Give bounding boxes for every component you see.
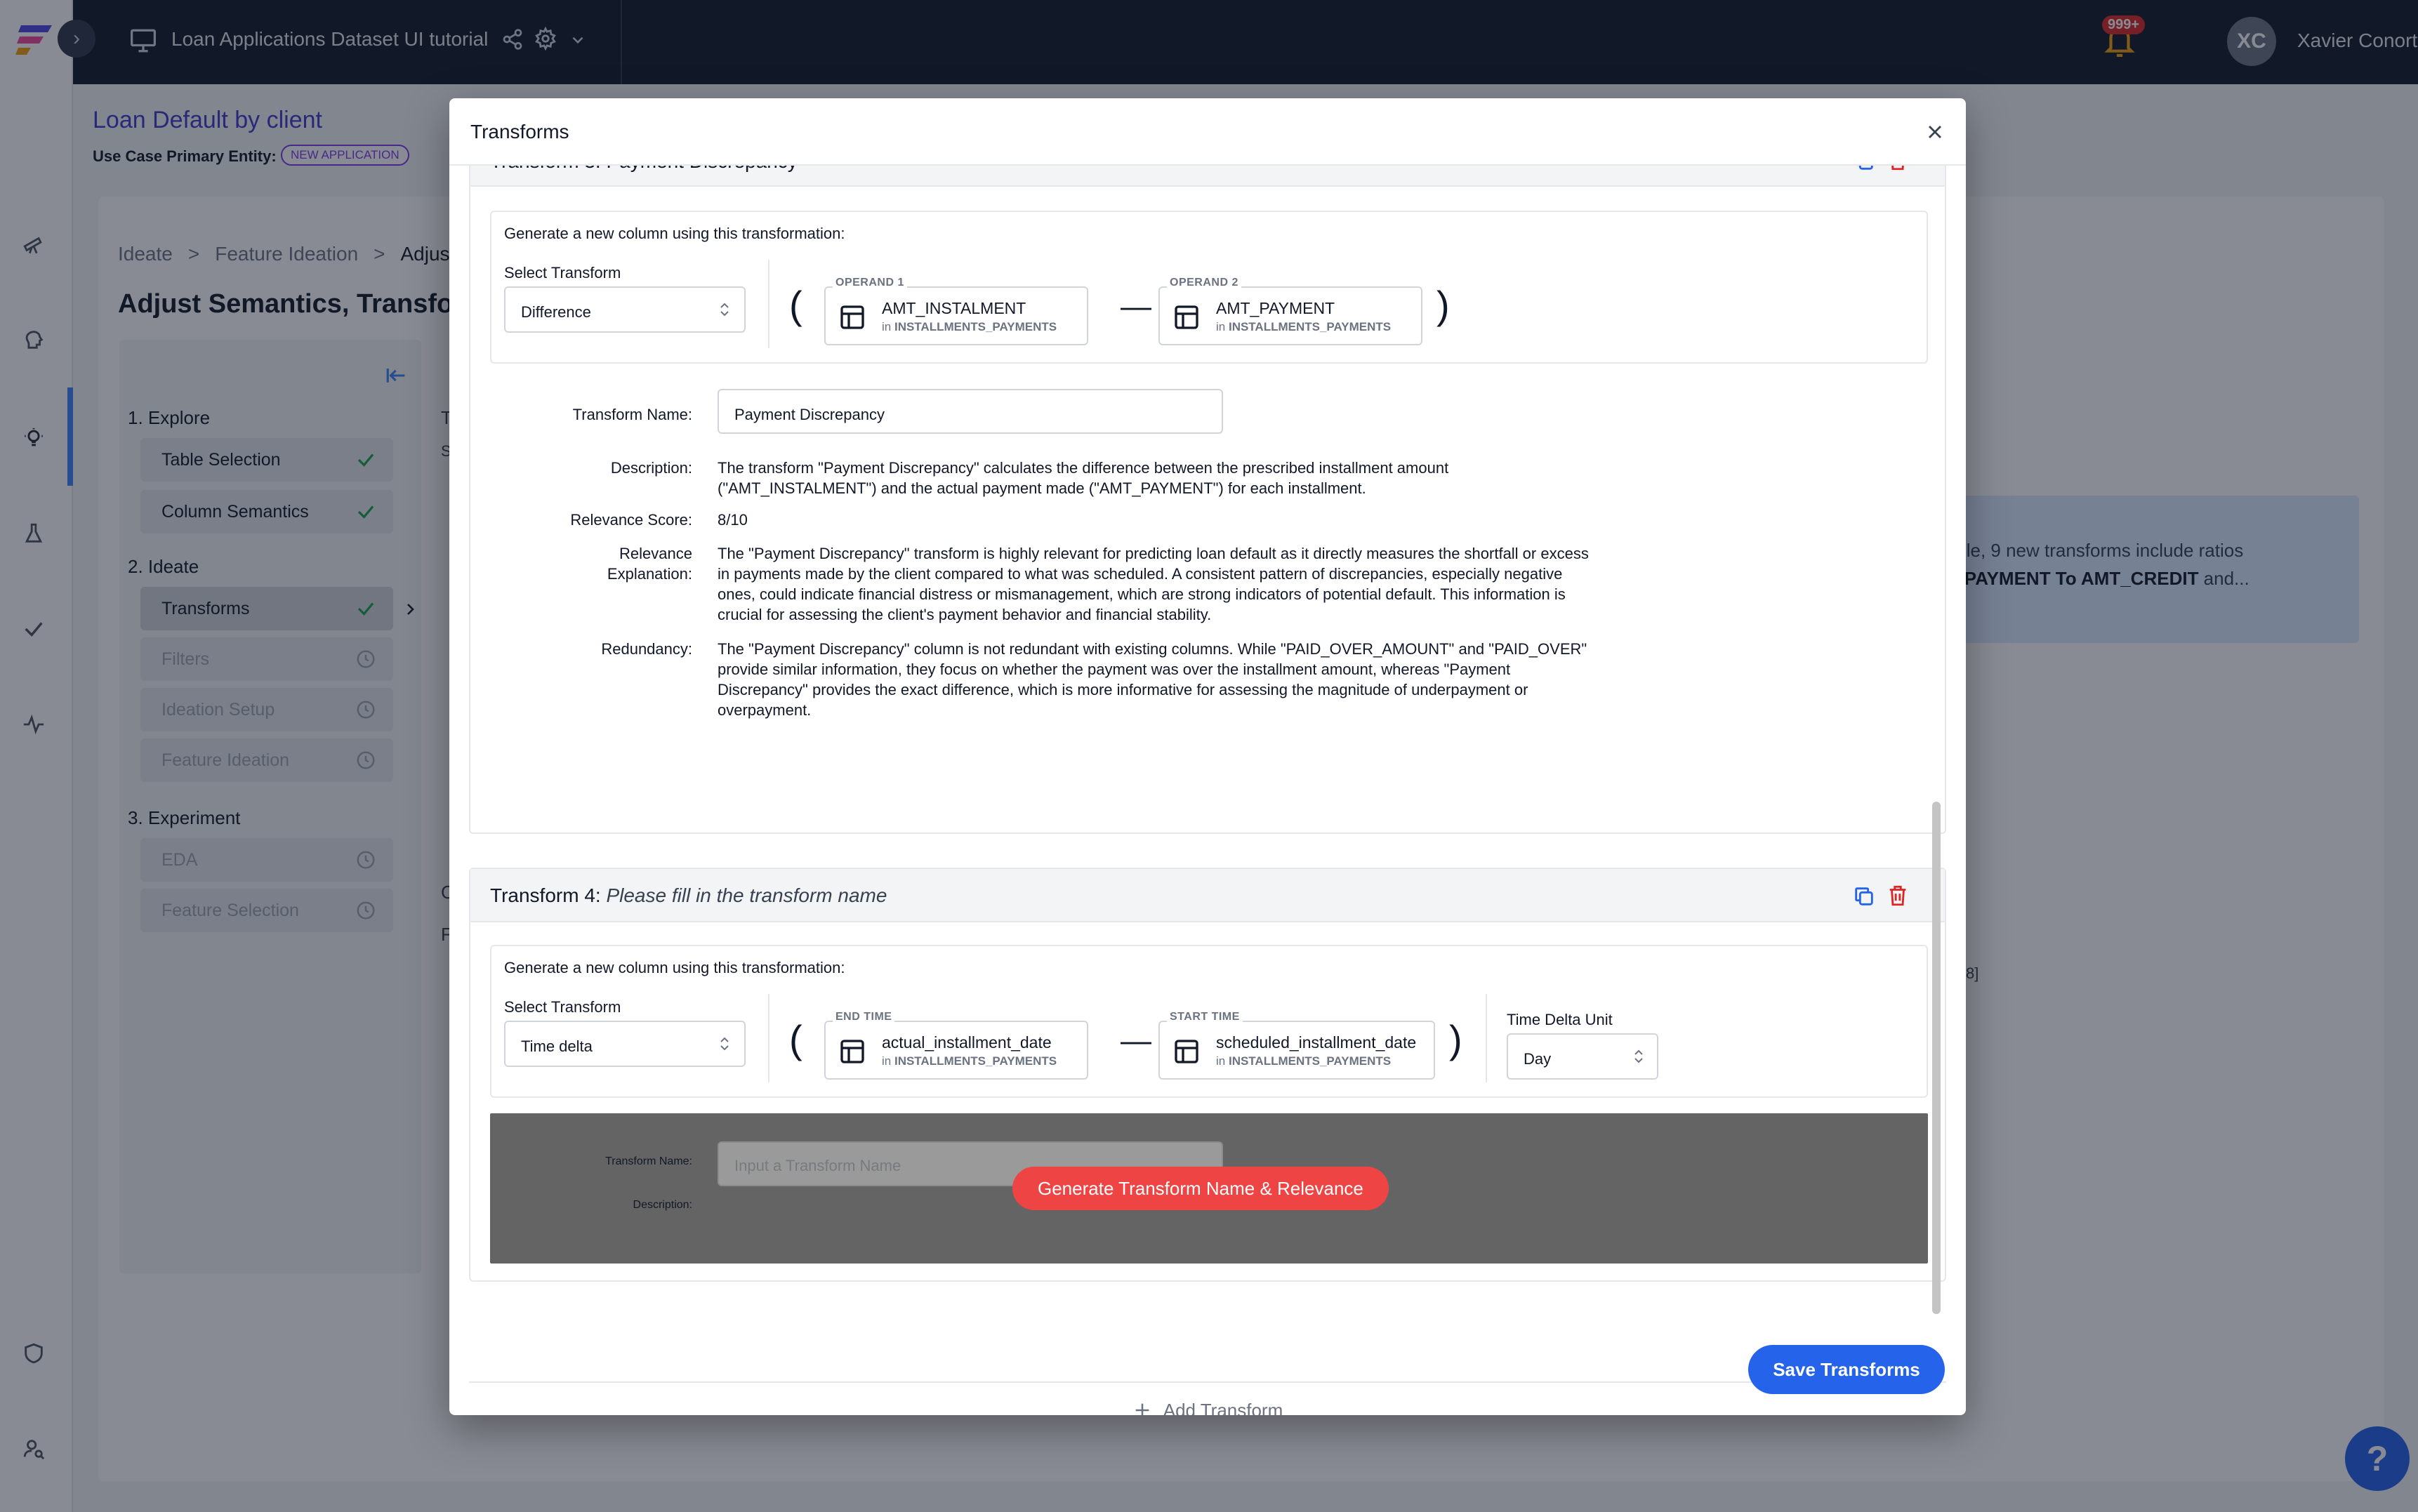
generate-label: Generate a new column using this transfo… xyxy=(504,225,845,242)
operand-1-field[interactable]: OPERAND 1 AMT_INSTALMENT in INSTALLMENTS… xyxy=(824,277,1088,345)
copy-icon[interactable] xyxy=(1852,166,1876,173)
transform-title: Transform 4: Please fill in the transfor… xyxy=(490,884,887,907)
transform-name-input[interactable]: Payment Discrepancy xyxy=(718,389,1223,434)
plus-icon xyxy=(1135,1403,1149,1415)
operand-label: START TIME xyxy=(1167,1011,1243,1023)
modal-title: Transforms xyxy=(470,121,569,142)
select-value: Difference xyxy=(521,303,591,321)
divider xyxy=(768,994,769,1082)
divider xyxy=(768,260,769,348)
select-value: Day xyxy=(1524,1050,1552,1068)
close-icon[interactable] xyxy=(1924,121,1946,143)
add-transform-button[interactable]: Add Transform xyxy=(469,1381,1946,1415)
transform-name-placeholder: Please fill in the transform name xyxy=(606,884,887,906)
table-icon xyxy=(1175,1040,1198,1063)
operand-table-name: INSTALLMENTS_PAYMENTS xyxy=(894,320,1057,333)
relevance-score-value: 8/10 xyxy=(718,511,748,529)
transform-card-header: Transform 4: Please fill in the transfor… xyxy=(470,869,1945,922)
transform-type-select[interactable]: Time delta xyxy=(504,1021,746,1067)
copy-icon[interactable] xyxy=(1852,884,1876,908)
operand-table: in INSTALLMENTS_PAYMENTS xyxy=(882,320,1057,334)
transform-type-select[interactable]: Difference xyxy=(504,286,746,333)
relevance-explanation-text: The "Payment Discrepancy" transform is h… xyxy=(718,545,1589,623)
generate-transform-name-button[interactable]: Generate Transform Name & Relevance xyxy=(1012,1167,1389,1210)
trash-icon[interactable] xyxy=(1886,883,1910,908)
scrollbar[interactable] xyxy=(1932,802,1941,1314)
in-word: in xyxy=(1216,320,1226,333)
operand-column: scheduled_installment_date xyxy=(1216,1033,1417,1052)
transforms-scroll-area[interactable]: Transform 3: Payment Discrepancy Generat… xyxy=(469,166,1946,1415)
close-paren: ) xyxy=(1449,1017,1462,1061)
updown-chevron-icon xyxy=(1634,1049,1643,1063)
transform-number: Transform 4: xyxy=(490,884,601,906)
operand-column: AMT_INSTALMENT xyxy=(882,299,1026,317)
open-paren: ( xyxy=(789,1017,802,1061)
operand-table: in INSTALLMENTS_PAYMENTS xyxy=(882,1054,1057,1068)
table-icon xyxy=(1175,305,1198,329)
redundancy-text: The "Payment Discrepancy" column is not … xyxy=(718,640,1587,719)
transform-title: Transform 3: Payment Discrepancy xyxy=(490,166,798,173)
operand-label: OPERAND 1 xyxy=(833,277,907,289)
relevance-score-label: Relevance Score: xyxy=(570,511,692,529)
save-transforms-button[interactable]: Save Transforms xyxy=(1748,1345,1945,1394)
time-delta-unit-label: Time Delta Unit xyxy=(1507,1011,1613,1028)
operand-table-name: INSTALLMENTS_PAYMENTS xyxy=(894,1054,1057,1068)
select-transform-label: Select Transform xyxy=(504,264,621,281)
table-icon xyxy=(840,305,864,329)
open-paren: ( xyxy=(789,283,802,327)
select-transform-label: Select Transform xyxy=(504,998,621,1016)
transform-name-label: Transform Name: xyxy=(572,406,692,423)
operand-table: in INSTALLMENTS_PAYMENTS xyxy=(1216,320,1391,334)
minus-operator: — xyxy=(1121,1023,1151,1058)
time-delta-unit-select[interactable]: Day xyxy=(1507,1033,1658,1080)
in-word: in xyxy=(1216,1054,1226,1068)
description-label: Description: xyxy=(610,459,692,477)
minus-operator: — xyxy=(1121,289,1151,324)
divider xyxy=(1486,994,1487,1082)
table-icon xyxy=(840,1040,864,1063)
transform-config-box: Generate a new column using this transfo… xyxy=(490,211,1928,364)
end-time-field[interactable]: END TIME actual_installment_date in INST… xyxy=(824,1011,1088,1080)
operand-column: actual_installment_date xyxy=(882,1033,1052,1052)
operand-table: in INSTALLMENTS_PAYMENTS xyxy=(1216,1054,1391,1068)
trash-icon[interactable] xyxy=(1886,166,1910,173)
in-word: in xyxy=(882,1054,892,1068)
close-paren: ) xyxy=(1436,283,1450,327)
operand-label: END TIME xyxy=(833,1011,895,1023)
operand-label: OPERAND 2 xyxy=(1167,277,1241,289)
start-time-field[interactable]: START TIME scheduled_installment_date in… xyxy=(1158,1011,1435,1080)
operand-table-name: INSTALLMENTS_PAYMENTS xyxy=(1228,320,1392,333)
transform-name-label: Transform Name: xyxy=(605,1155,692,1167)
select-value: Time delta xyxy=(521,1037,593,1055)
transforms-modal: Transforms Transform 3: Payment Discrepa… xyxy=(449,98,1966,1415)
description-label: Description: xyxy=(633,1199,692,1211)
operand-2-field[interactable]: OPERAND 2 AMT_PAYMENT in INSTALLMENTS_PA… xyxy=(1158,277,1422,345)
transform-card: Transform 4: Please fill in the transfor… xyxy=(469,868,1946,1282)
add-transform-label: Add Transform xyxy=(1163,1399,1283,1416)
relevance-explanation-label: Relevance Explanation: xyxy=(607,545,692,583)
redundancy-label: Redundancy: xyxy=(601,640,692,658)
updown-chevron-icon xyxy=(720,303,729,317)
operand-column: AMT_PAYMENT xyxy=(1216,299,1335,317)
generate-overlay: Transform Name: Input a Transform Name D… xyxy=(490,1113,1928,1264)
in-word: in xyxy=(882,320,892,333)
transform-card-header: Transform 3: Payment Discrepancy xyxy=(470,166,1945,187)
transform-card: Transform 3: Payment Discrepancy Generat… xyxy=(469,166,1946,834)
modal-header: Transforms xyxy=(449,98,1966,166)
operand-table-name: INSTALLMENTS_PAYMENTS xyxy=(1228,1054,1392,1068)
transform-config-box: Generate a new column using this transfo… xyxy=(490,945,1928,1098)
generate-label: Generate a new column using this transfo… xyxy=(504,959,845,976)
description-text: The transform "Payment Discrepancy" calc… xyxy=(718,459,1449,497)
updown-chevron-icon xyxy=(720,1037,729,1051)
